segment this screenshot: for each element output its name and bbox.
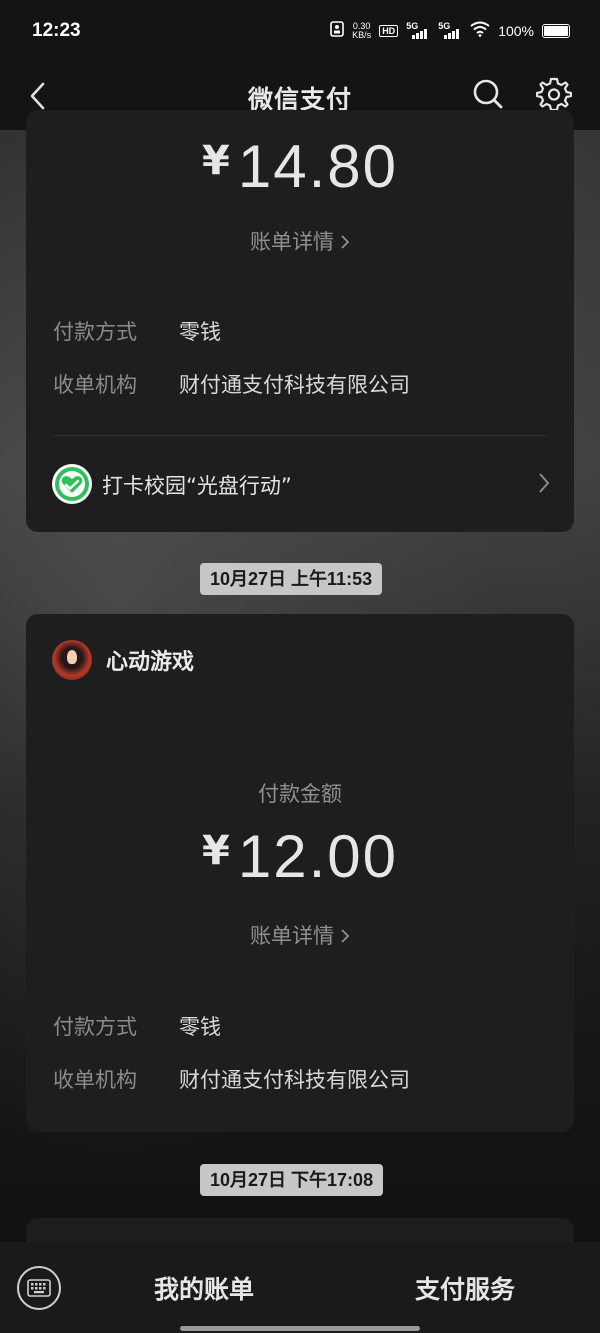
keyboard-icon <box>27 1279 51 1297</box>
signal-icon-1: 5G <box>406 21 430 39</box>
payment-method-row: 付款方式 零钱 <box>53 1015 221 1039</box>
home-indicator[interactable] <box>180 1326 420 1331</box>
battery-percent: 100% <box>498 22 534 39</box>
search-button[interactable] <box>470 74 506 114</box>
chevron-right-icon <box>340 925 350 949</box>
status-icons: 0.30 KB/s HD 5G 5G 100% <box>330 21 570 40</box>
heart-badge-icon <box>52 464 92 504</box>
payment-amount-label: 付款金额 <box>258 782 342 806</box>
payment-method-row: 付款方式 零钱 <box>53 320 221 344</box>
bill-detail-link[interactable]: 账单详情 <box>26 226 574 256</box>
wifi-icon <box>470 21 490 40</box>
search-icon <box>473 79 503 109</box>
promo-text: 打卡校园“光盘行动” <box>102 474 292 498</box>
merchant-header: 心动游戏 <box>52 640 194 680</box>
timestamp-pill: 10月27日 下午17:08 <box>200 1164 384 1196</box>
merchant-logo <box>52 640 92 680</box>
keyboard-toggle-button[interactable] <box>17 1266 61 1310</box>
gear-icon <box>536 77 572 112</box>
promo-row[interactable]: 打卡校园“光盘行动” <box>26 454 574 514</box>
tab-my-bills[interactable]: 我的账单 <box>154 1270 254 1306</box>
hd-badge: HD <box>379 24 399 37</box>
transaction-card[interactable]: 心动游戏 付款金额 ¥12.00 账单详情 付款方式 零钱 收单机构 财付通支付… <box>26 614 574 1132</box>
chevron-right-icon <box>538 472 550 498</box>
merchant-name: 心动游戏 <box>106 650 195 675</box>
chevron-right-icon <box>340 231 350 255</box>
transaction-card[interactable]: ¥14.80 账单详情 付款方式 零钱 收单机构 财付通支付科技有限公司 打卡校… <box>26 110 574 532</box>
status-time: 12:23 <box>32 20 81 41</box>
bottom-bar: 我的账单 支付服务 <box>0 1242 600 1333</box>
amount: ¥14.80 <box>202 133 398 200</box>
bill-detail-link[interactable]: 账单详情 <box>26 920 574 950</box>
divider <box>53 435 547 436</box>
signal-icon-2: 5G <box>438 21 462 39</box>
net-speed: 0.30 KB/s <box>352 20 372 40</box>
amount: ¥12.00 <box>202 823 398 890</box>
acquirer-row: 收单机构 财付通支付科技有限公司 <box>53 1068 410 1092</box>
notification-icon <box>330 21 344 40</box>
battery-icon <box>542 23 570 38</box>
tab-payment-services[interactable]: 支付服务 <box>415 1270 515 1306</box>
status-bar: 12:23 0.30 KB/s HD 5G 5G 100% <box>0 0 600 64</box>
acquirer-row: 收单机构 财付通支付科技有限公司 <box>53 373 410 397</box>
timestamp-pill: 10月27日 上午11:53 <box>200 563 383 595</box>
